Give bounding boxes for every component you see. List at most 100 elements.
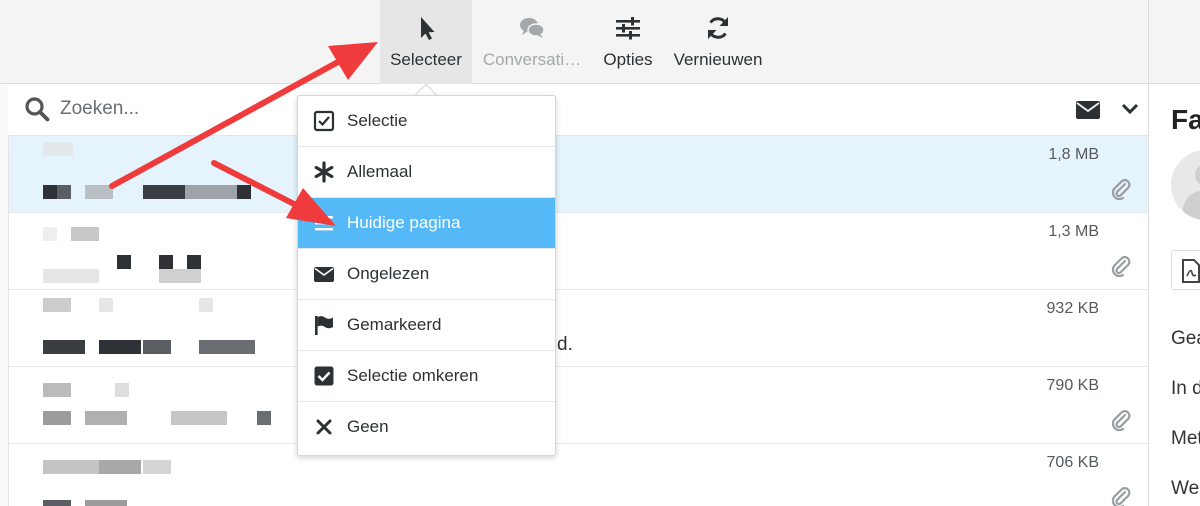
preview-line: Gea	[1171, 328, 1200, 349]
left-edge	[0, 84, 8, 506]
menu-item-all[interactable]: Allemaal	[298, 147, 555, 198]
redacted-text	[199, 298, 213, 312]
menu-item-selection[interactable]: Selectie	[298, 96, 555, 147]
pdf-file-icon	[1182, 259, 1200, 283]
preview-line: Met	[1171, 428, 1200, 449]
redacted-text	[159, 255, 173, 269]
redacted-text	[43, 411, 71, 425]
select-dropdown-menu: Selectie Allemaal Huidige pagina Ongelez…	[297, 95, 556, 456]
chat-icon	[520, 18, 545, 38]
redacted-text	[71, 227, 99, 241]
redacted-text	[99, 340, 141, 354]
search-icon	[25, 97, 50, 122]
redacted-text	[237, 185, 251, 199]
menu-item-label: Geen	[347, 417, 389, 436]
close-icon	[316, 419, 332, 435]
message-row[interactable]: 1,8 MB	[9, 136, 1149, 213]
redacted-text	[43, 500, 71, 506]
chevron-down-icon[interactable]	[1120, 99, 1140, 119]
refresh-button-label: Vernieuwen	[673, 50, 763, 69]
paperclip-icon	[1111, 179, 1131, 201]
redacted-text	[185, 185, 237, 199]
preview-line: In d	[1171, 378, 1200, 399]
envelope-icon[interactable]	[1075, 99, 1101, 121]
redacted-text	[85, 411, 127, 425]
cursor-icon	[421, 17, 435, 40]
redacted-text	[115, 383, 129, 397]
conversation-button-label: Conversati…	[482, 50, 582, 69]
redacted-text	[143, 185, 185, 199]
message-row[interactable]: 706 KB	[9, 444, 1149, 506]
sliders-icon	[616, 17, 640, 40]
message-size: 1,3 MB	[1048, 223, 1099, 240]
menu-item-none[interactable]: Geen	[298, 402, 555, 453]
list-icon	[315, 216, 333, 231]
redacted-text	[171, 411, 227, 425]
redacted-text	[85, 500, 127, 506]
redacted-text	[117, 255, 131, 269]
asterisk-icon	[314, 161, 334, 183]
paperclip-icon	[1111, 410, 1131, 432]
envelope-icon	[314, 267, 334, 282]
message-row[interactable]: 1,3 MB	[9, 213, 1149, 290]
message-size: 1,8 MB	[1048, 146, 1099, 163]
redacted-text	[43, 298, 71, 312]
message-size: 706 KB	[1046, 454, 1099, 471]
checkbox-empty-icon	[313, 110, 335, 132]
flag-icon	[315, 316, 333, 335]
mail-app: Selecteer Conversati… Opties Vernieuwen …	[0, 0, 1200, 506]
menu-item-label: Selectie omkeren	[347, 366, 479, 385]
select-button[interactable]: Selecteer	[380, 0, 472, 84]
preview-title: Fa	[1171, 104, 1200, 135]
attachment-chip[interactable]	[1171, 250, 1200, 290]
redacted-text	[143, 340, 171, 354]
redacted-text	[43, 340, 85, 354]
redacted-text	[159, 269, 201, 283]
paperclip-icon	[1111, 256, 1131, 278]
redacted-text	[43, 269, 99, 283]
checkbox-checked-icon	[314, 366, 334, 386]
preview-panel: Fa Gea In d Met Wel	[1148, 84, 1200, 506]
toolbar-right-section	[1148, 0, 1200, 84]
message-list: 1,8 MB 1,3 MB 932 KB d. 790 KB 706 KB	[8, 136, 1149, 506]
message-snippet: d.	[557, 334, 573, 355]
redacted-text	[99, 460, 141, 474]
message-size: 932 KB	[1046, 300, 1099, 317]
redacted-text	[187, 255, 201, 269]
refresh-button[interactable]: Vernieuwen	[668, 0, 768, 84]
menu-item-flagged[interactable]: Gemarkeerd	[298, 300, 555, 351]
preview-line: Wel	[1171, 478, 1200, 499]
redacted-text	[199, 340, 255, 354]
menu-item-label: Ongelezen	[347, 264, 430, 283]
menu-item-unread[interactable]: Ongelezen	[298, 249, 555, 300]
menu-item-label: Selectie	[347, 111, 408, 130]
avatar	[1171, 150, 1200, 220]
search-input[interactable]	[60, 94, 280, 124]
menu-item-invert-selection[interactable]: Selectie omkeren	[298, 351, 555, 402]
redacted-text	[85, 185, 113, 199]
redacted-text	[43, 185, 57, 199]
redacted-text	[99, 298, 113, 312]
refresh-icon	[708, 17, 728, 39]
redacted-text	[143, 460, 171, 474]
menu-item-label: Allemaal	[347, 162, 413, 181]
redacted-text	[43, 142, 73, 156]
redacted-text	[57, 185, 71, 199]
message-row[interactable]: 932 KB d.	[9, 290, 1149, 367]
redacted-text	[43, 383, 71, 397]
redacted-text	[43, 460, 99, 474]
search-bar	[8, 84, 1148, 136]
menu-item-current-page[interactable]: Huidige pagina	[298, 198, 555, 249]
message-row[interactable]: 790 KB	[9, 367, 1149, 444]
message-size: 790 KB	[1046, 377, 1099, 394]
paperclip-icon	[1111, 487, 1131, 506]
redacted-text	[43, 227, 57, 241]
conversation-button[interactable]: Conversati…	[478, 0, 586, 84]
menu-item-label: Gemarkeerd	[347, 315, 442, 334]
menu-item-label: Huidige pagina	[347, 213, 461, 232]
toolbar: Selecteer Conversati… Opties Vernieuwen	[0, 0, 1148, 84]
redacted-text	[257, 411, 271, 425]
select-button-label: Selecteer	[390, 50, 462, 69]
options-button[interactable]: Opties	[594, 0, 662, 84]
options-button-label: Opties	[603, 50, 653, 69]
